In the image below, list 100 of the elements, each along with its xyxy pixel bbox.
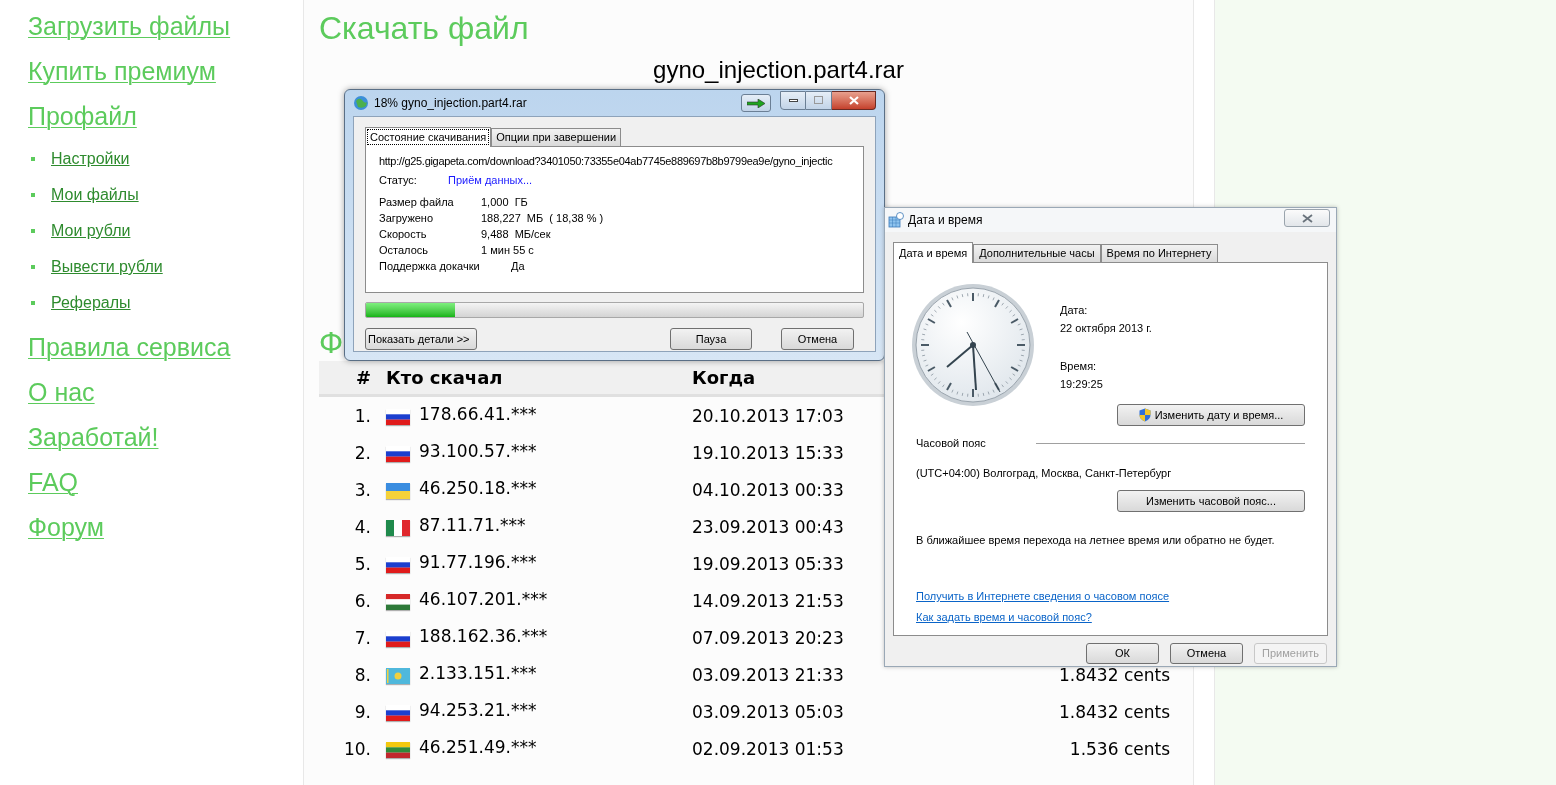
- bullet-icon: [31, 229, 35, 233]
- tab[interactable]: Опции при завершении: [491, 128, 622, 146]
- detail-value: Да: [511, 258, 525, 274]
- detail-value: 9,488 МБ/сек: [481, 226, 551, 242]
- help-link[interactable]: Как задать время и часовой пояс?: [916, 608, 1092, 625]
- globe-icon: [353, 95, 369, 111]
- flag-icon: [386, 519, 410, 536]
- dialog-button[interactable]: Отмена: [1170, 643, 1243, 664]
- table-cell-text: 3.: [353, 478, 371, 502]
- table-cell-text: 1.536 cents: [1069, 737, 1170, 761]
- table-cell-text: 10.: [342, 737, 371, 761]
- table-cell-text: 8.: [353, 663, 371, 687]
- change-datetime-button[interactable]: Изменить дату и время...: [1117, 404, 1305, 426]
- flag-icon: [386, 445, 410, 462]
- flag-icon: [386, 741, 410, 758]
- table-cell-text: 4.: [353, 515, 371, 539]
- table-cell-text: 2.133.151.***: [419, 661, 537, 685]
- sidebar-sublink[interactable]: Вывести рубли: [51, 255, 163, 279]
- detail-value: 1 мин 55 с: [481, 242, 534, 258]
- arrow-button[interactable]: [741, 94, 771, 112]
- pause-button[interactable]: Пауза: [670, 328, 752, 350]
- detail-label: Размер файла: [379, 194, 455, 210]
- table-cell-text: 46.251.49.***: [419, 735, 537, 759]
- show-details-button[interactable]: Показать детали >>: [365, 328, 477, 350]
- bullet-icon: [31, 301, 35, 305]
- close-icon: [848, 95, 859, 105]
- table-cell-text: 46.250.18.***: [419, 476, 537, 500]
- table-cell-text: 9.: [353, 700, 371, 724]
- detail-label: Поддержка докачки: [379, 258, 481, 274]
- table-cell-text: 19.10.2013 15:33: [692, 441, 844, 465]
- timezone-value: (UTC+04:00) Волгоград, Москва, Санкт-Петербург: [916, 465, 1173, 481]
- tab[interactable]: Дополнительные часы: [973, 244, 1101, 262]
- table-cell-text: 7.: [353, 626, 371, 650]
- column-header: Кто скачал: [386, 366, 504, 390]
- status-value: Приём данных...: [448, 172, 533, 188]
- detail-label: Осталось: [379, 242, 429, 258]
- time-value: 19:29:25: [1060, 377, 1104, 392]
- section-heading: Ф: [319, 327, 344, 361]
- table-cell-text: 20.10.2013 17:03: [692, 404, 844, 428]
- table-cell-text: 04.10.2013 00:33: [692, 478, 844, 502]
- date-label: Дата:: [1060, 303, 1089, 318]
- sidebar-sublink[interactable]: Мои рубли: [51, 219, 131, 243]
- change-timezone-button[interactable]: Изменить часовой пояс...: [1117, 490, 1305, 512]
- maximize-button[interactable]: [806, 90, 832, 110]
- column-header: Когда: [692, 366, 756, 390]
- calendar-clock-icon: [888, 212, 904, 228]
- minimize-button[interactable]: [780, 90, 806, 110]
- sidebar-sublink[interactable]: Настройки: [51, 147, 130, 171]
- table-cell-text: 02.09.2013 01:53: [692, 737, 844, 761]
- flag-icon: [386, 408, 410, 425]
- file-name: gyno_injection.part4.rar: [652, 56, 904, 84]
- table-cell-text: 03.09.2013 21:33: [692, 663, 844, 687]
- timezone-label: Часовой пояс: [916, 436, 987, 451]
- detail-value: 188,227 МБ ( 18,38 % ): [481, 210, 604, 226]
- window-title: 18% gyno_injection.part4.rar: [374, 95, 527, 112]
- flag-icon: [386, 630, 410, 647]
- tab[interactable]: Дата и время: [893, 242, 974, 263]
- table-cell-text: 5.: [353, 552, 371, 576]
- shield-icon: [1138, 408, 1151, 422]
- cancel-button[interactable]: Отмена: [781, 328, 854, 350]
- table-cell-text: 23.09.2013 00:43: [692, 515, 844, 539]
- close-button[interactable]: [1284, 209, 1330, 227]
- tab[interactable]: Время по Интернету: [1100, 244, 1218, 262]
- table-cell-text: 1.8432 cents: [1059, 663, 1170, 687]
- status-label: Статус:: [379, 172, 418, 188]
- flag-icon: [386, 556, 410, 573]
- detail-value: 1,000 ГБ: [481, 194, 528, 210]
- dialog-button[interactable]: ОК: [1086, 643, 1159, 664]
- table-cell-text: 1.8432 cents: [1059, 700, 1170, 724]
- table-cell-text: 2.: [353, 441, 371, 465]
- table-cell-text: 03.09.2013 05:03: [692, 700, 844, 724]
- table-cell-text: 46.107.201.***: [419, 587, 548, 611]
- table-cell-text: 188.162.36.***: [419, 624, 548, 648]
- flag-icon: [386, 482, 410, 499]
- detail-label: Скорость: [379, 226, 428, 242]
- table-cell-text: 87.11.71.***: [419, 513, 526, 537]
- detail-label: Загружено: [379, 210, 435, 226]
- table-cell-text: 19.09.2013 05:33: [692, 552, 844, 576]
- sidebar-sublink[interactable]: Мои файлы: [51, 183, 139, 207]
- table-cell-text: 6.: [353, 589, 371, 613]
- table-cell-text: 07.09.2013 20:23: [692, 626, 844, 650]
- right-arrow-icon: [747, 98, 765, 108]
- bullet-icon: [31, 193, 35, 197]
- date-value: 22 октября 2013 г.: [1060, 321, 1152, 336]
- table-cell-text: 91.77.196.***: [419, 550, 537, 574]
- flag-icon: [386, 593, 410, 610]
- close-icon: [1301, 213, 1313, 223]
- bullet-icon: [31, 157, 35, 161]
- table-cell-text: 14.09.2013 21:53: [692, 589, 844, 613]
- flag-icon: [386, 667, 410, 684]
- flag-icon: [386, 704, 410, 721]
- time-label: Время:: [1060, 359, 1098, 374]
- table-cell-text: 178.66.41.***: [419, 402, 537, 426]
- close-button[interactable]: [832, 90, 876, 110]
- sidebar-sublink[interactable]: Рефералы: [51, 291, 131, 315]
- tab[interactable]: Состояние скачивания: [365, 127, 492, 147]
- help-link[interactable]: Получить в Интернете сведения о часовом поясе: [916, 588, 1170, 605]
- table-cell-text: 94.253.21.***: [419, 698, 537, 722]
- bullet-icon: [31, 265, 35, 269]
- window-title: Дата и время: [908, 212, 983, 229]
